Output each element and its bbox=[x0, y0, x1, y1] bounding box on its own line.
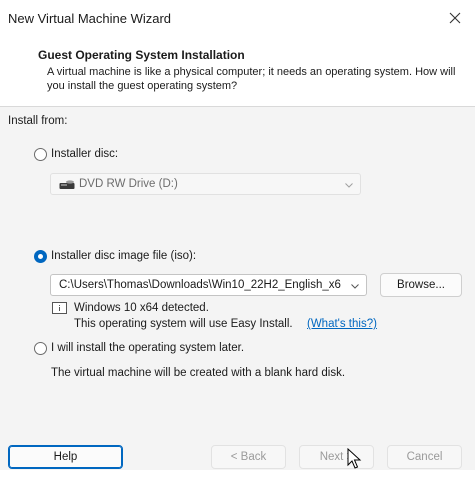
window-title: New Virtual Machine Wizard bbox=[8, 11, 172, 26]
info-icon bbox=[52, 302, 67, 314]
install-later-label[interactable]: I will install the operating system late… bbox=[51, 342, 244, 354]
dvd-drive-select[interactable]: DVD RW Drive (D:) bbox=[50, 173, 361, 195]
wizard-window: New Virtual Machine Wizard Guest Operati… bbox=[0, 0, 475, 470]
install-later-radio[interactable] bbox=[34, 342, 47, 355]
installer-disc-label[interactable]: Installer disc: bbox=[51, 148, 118, 160]
iso-label[interactable]: Installer disc image file (iso): bbox=[51, 250, 196, 262]
back-button[interactable]: < Back bbox=[211, 445, 286, 469]
chevron-down-icon bbox=[345, 183, 353, 188]
dvd-drive-icon bbox=[59, 180, 75, 189]
close-button[interactable] bbox=[435, 0, 475, 36]
installer-disc-radio[interactable] bbox=[34, 148, 47, 161]
install-later-description: The virtual machine will be created with… bbox=[51, 367, 346, 379]
iso-path-combobox[interactable]: C:\Users\Thomas\Downloads\Win10_22H2_Eng… bbox=[50, 274, 367, 296]
chevron-down-icon[interactable] bbox=[350, 281, 360, 291]
iso-path-value[interactable]: C:\Users\Thomas\Downloads\Win10_22H2_Eng… bbox=[59, 279, 344, 291]
iso-radio[interactable] bbox=[34, 250, 47, 263]
os-detected-text: Windows 10 x64 detected. bbox=[74, 302, 209, 314]
browse-button[interactable]: Browse... bbox=[380, 273, 462, 297]
wizard-header: Guest Operating System Installation A vi… bbox=[0, 36, 475, 107]
page-title: Guest Operating System Installation bbox=[38, 48, 245, 62]
dvd-drive-value: DVD RW Drive (D:) bbox=[79, 178, 178, 190]
cancel-button[interactable]: Cancel bbox=[387, 445, 462, 469]
install-from-label: Install from: bbox=[8, 115, 68, 127]
whats-this-link[interactable]: (What's this?) bbox=[307, 318, 377, 330]
easy-install-text: This operating system will use Easy Inst… bbox=[74, 318, 293, 330]
wizard-body: Install from: Installer disc: DVD RW Dri… bbox=[0, 107, 475, 447]
title-bar: New Virtual Machine Wizard bbox=[0, 0, 475, 36]
close-icon bbox=[449, 12, 461, 24]
help-button[interactable]: Help bbox=[8, 445, 123, 469]
page-description: A virtual machine is like a physical com… bbox=[47, 66, 456, 92]
mouse-cursor-icon bbox=[347, 448, 362, 469]
